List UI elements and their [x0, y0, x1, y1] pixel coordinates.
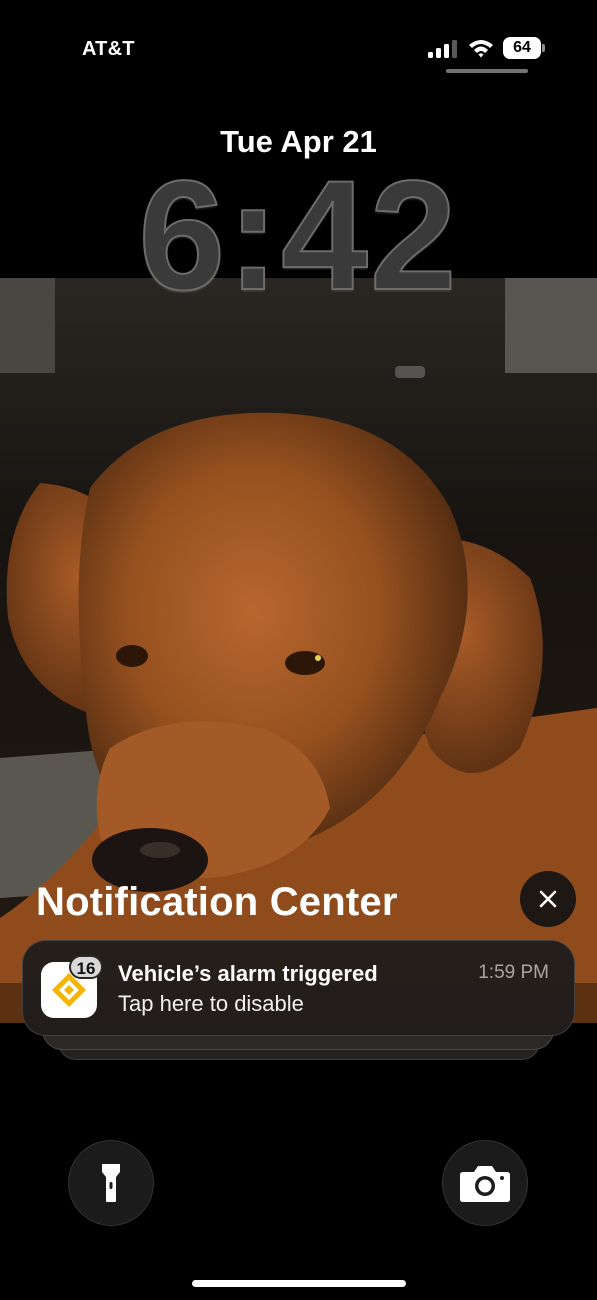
- notification-title: Vehicle’s alarm triggered: [118, 961, 378, 986]
- cellular-signal-icon: [428, 40, 457, 58]
- notification-time: 1:59 PM: [478, 962, 549, 983]
- camera-button[interactable]: [442, 1140, 528, 1226]
- lock-time: 6:42: [137, 149, 459, 323]
- status-underline: [446, 69, 528, 73]
- notification-body: Tap here to disable: [118, 991, 304, 1016]
- status-bar: AT&T 64: [0, 0, 597, 80]
- battery-level: 64: [513, 39, 531, 56]
- wifi-icon: [469, 40, 493, 58]
- notification-center-title: Notification Center: [36, 880, 398, 924]
- home-indicator[interactable]: [192, 1280, 406, 1287]
- carrier-label: AT&T: [82, 38, 135, 60]
- flashlight-icon: [102, 1164, 120, 1202]
- notification-card[interactable]: 16 Vehicle’s alarm triggered Tap here to…: [22, 940, 575, 1036]
- flashlight-button[interactable]: [68, 1140, 154, 1226]
- clear-notifications-button[interactable]: [520, 871, 576, 927]
- close-icon: [539, 890, 557, 908]
- battery-icon: 64: [503, 37, 545, 59]
- notification-count-badge: 16: [69, 955, 103, 979]
- camera-icon: [460, 1166, 510, 1202]
